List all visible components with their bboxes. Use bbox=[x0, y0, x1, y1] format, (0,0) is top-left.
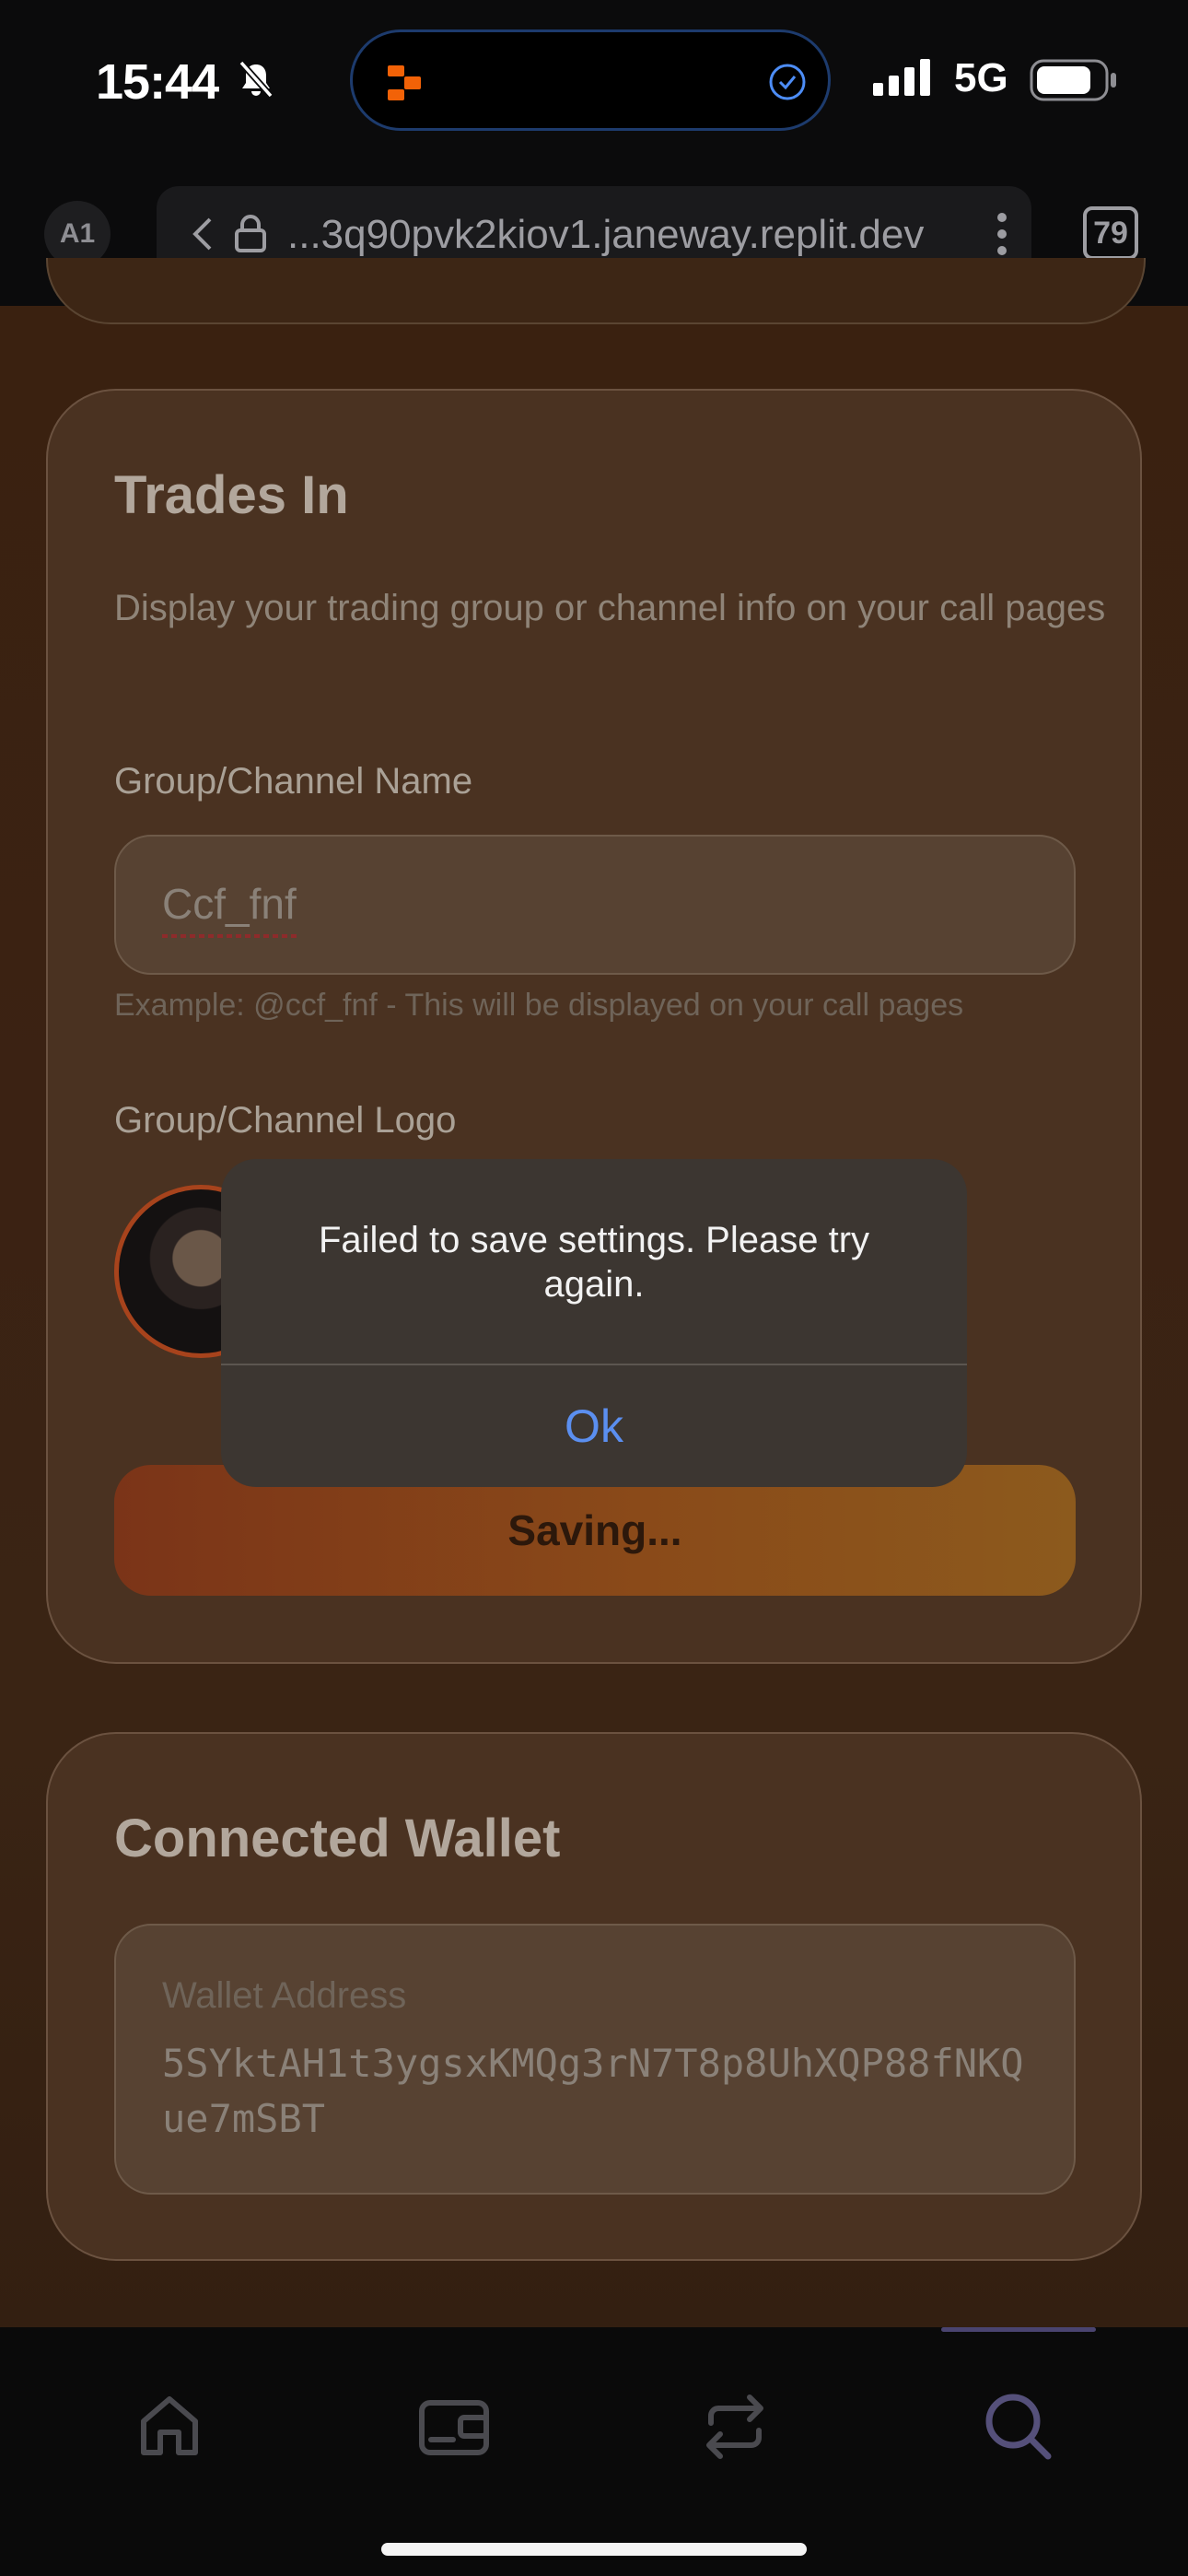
bell-muted-icon bbox=[236, 59, 276, 104]
alert-ok-button[interactable]: Ok bbox=[221, 1365, 967, 1487]
cellular-signal-icon bbox=[873, 59, 938, 100]
bottom-navigation bbox=[0, 2327, 1188, 2576]
alert-dialog: Failed to save settings. Please try agai… bbox=[221, 1159, 967, 1487]
lock-icon bbox=[232, 214, 269, 259]
status-time: 15:44 bbox=[96, 54, 219, 110]
group-name-hint: Example: @ccf_fnf - This will be display… bbox=[114, 988, 964, 1023]
wallet-address-label: Wallet Address bbox=[162, 1975, 407, 2016]
status-bar: 15:44 5G bbox=[0, 0, 1188, 166]
back-chevron-icon[interactable] bbox=[188, 216, 215, 257]
check-circle-icon bbox=[767, 62, 808, 107]
more-vertical-icon[interactable] bbox=[995, 210, 1009, 263]
group-name-label: Group/Channel Name bbox=[114, 761, 473, 802]
wallet-icon bbox=[398, 2400, 508, 2486]
nav-wallet[interactable] bbox=[398, 2371, 508, 2482]
wallet-address-box: Wallet Address 5SYktAH1t3ygsxKMQg3rN7T8p… bbox=[114, 1924, 1076, 2195]
nav-swap[interactable] bbox=[680, 2371, 790, 2482]
previous-card-edge bbox=[46, 258, 1146, 324]
active-tab-indicator bbox=[941, 2327, 1096, 2332]
connected-wallet-card: Connected Wallet Wallet Address 5SYktAH1… bbox=[46, 1732, 1142, 2261]
spellcheck-underline bbox=[162, 934, 298, 938]
battery-icon bbox=[1030, 59, 1118, 106]
group-logo-label: Group/Channel Logo bbox=[114, 1100, 457, 1141]
alert-message: Failed to save settings. Please try agai… bbox=[318, 1220, 870, 1305]
tabs-button[interactable]: 79 bbox=[1083, 206, 1138, 260]
nav-home[interactable] bbox=[114, 2371, 225, 2482]
url-text: ...3q90pvk2kiov1.janeway.replit.dev bbox=[287, 212, 925, 257]
nav-search[interactable] bbox=[963, 2371, 1074, 2482]
dynamic-island bbox=[350, 29, 831, 131]
replit-icon bbox=[386, 64, 425, 107]
wallet-address-value: 5SYktAH1t3ygsxKMQg3rN7T8p8UhXQP88fNKQue7… bbox=[162, 2041, 1024, 2141]
home-icon bbox=[114, 2396, 225, 2486]
search-icon bbox=[963, 2394, 1074, 2486]
group-name-input[interactable]: Ccf_fnf bbox=[114, 835, 1076, 975]
network-type: 5G bbox=[954, 55, 1008, 100]
swap-icon bbox=[680, 2395, 790, 2486]
group-name-value: Ccf_fnf bbox=[162, 880, 297, 928]
home-indicator[interactable] bbox=[381, 2543, 807, 2556]
connected-wallet-title: Connected Wallet bbox=[114, 1809, 561, 1868]
trades-in-description: Display your trading group or channel in… bbox=[114, 588, 1106, 628]
trades-in-title: Trades In bbox=[114, 465, 349, 525]
